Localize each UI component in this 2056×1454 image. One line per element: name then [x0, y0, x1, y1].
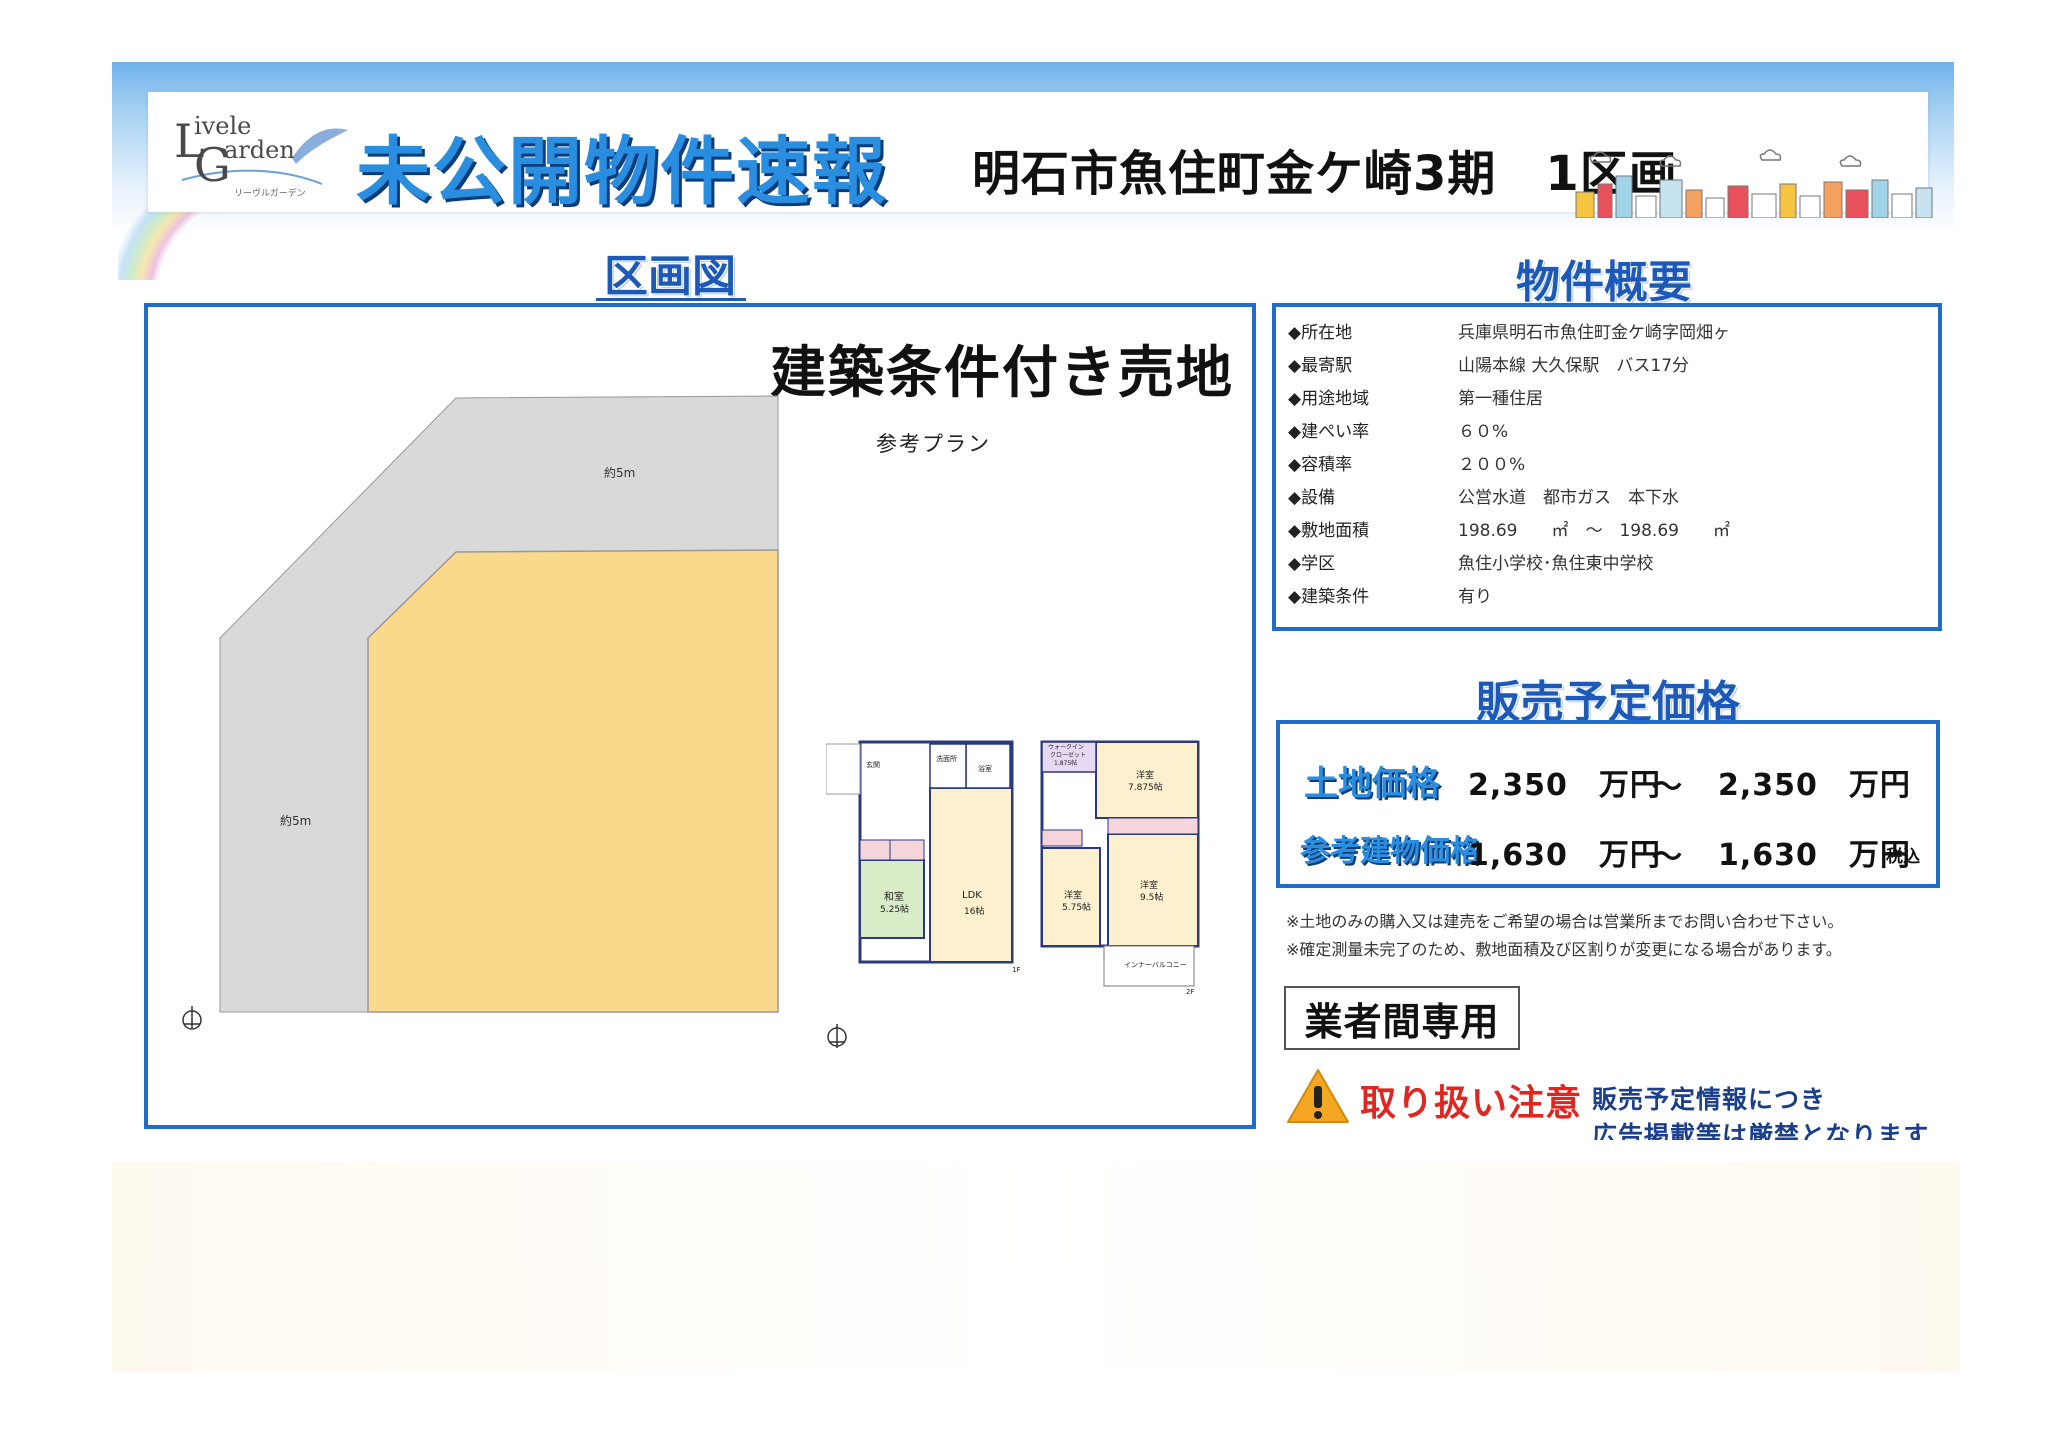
warning-icon	[1287, 1069, 1349, 1123]
building-price-to: 1,630 万円	[1718, 838, 1911, 873]
floorplan-2f	[1040, 740, 1200, 987]
plot-heading-underline	[596, 298, 746, 301]
summary-row-address: ◆所在地 兵庫県明石市魚住町金ケ崎字岡畑ヶ	[1288, 323, 1730, 343]
summary-heading: 物件概要	[1516, 257, 1692, 308]
land-price-sep: ～	[1652, 770, 1683, 805]
plot-title: 建築条件付き売地	[770, 341, 1234, 406]
road-top-label: 約5m	[604, 466, 636, 480]
room-label-entrance: 玄関	[866, 761, 880, 769]
summary-row-coverage: ◆建ぺい率 ６０%	[1288, 422, 1509, 442]
tax-included-note: 税込	[1886, 847, 1920, 867]
lot-area	[367, 549, 779, 1013]
summary-row-facilities: ◆設備 公営水道 都市ガス 本下水	[1288, 488, 1679, 508]
warning-title: 取り扱い注意	[1360, 1083, 1583, 1124]
floor-label-2f: 2F	[1186, 988, 1195, 996]
logo-subtext: リーヴルガーデン	[234, 189, 306, 199]
reference-plan-label: 参考プラン	[876, 432, 991, 456]
room-size-washitsu: 5.25帖	[880, 905, 910, 915]
room-label-bath: 浴室	[978, 765, 992, 773]
headline: 未公開物件速報	[356, 129, 888, 215]
summary-row-school: ◆学区 魚住小学校･魚住東中学校	[1288, 554, 1654, 574]
plot-heading: 区画図	[604, 251, 736, 302]
property-name: 明石市魚住町金ケ崎3期 1区画	[972, 146, 1678, 202]
dealer-only-label: 業者間専用	[1284, 986, 1520, 1050]
room-label-washitsu: 和室	[884, 892, 904, 903]
room-size-youshitsu-3: 9.5帖	[1140, 893, 1164, 903]
compass-icon-plan	[827, 1024, 847, 1048]
land-price-to: 2,350 万円	[1718, 768, 1911, 803]
logo: L ivele G arden リーヴルガーデン	[172, 108, 352, 199]
site-map	[182, 395, 779, 1030]
building-price-label: 参考建物価格	[1300, 834, 1480, 869]
building-price-from: 1,630 万円	[1468, 838, 1661, 873]
floorplan-1f	[826, 740, 1014, 964]
room-size-walkin: 1.875帖	[1054, 760, 1078, 767]
note-line-2: ※確定測量未完了のため、敷地面積及び区割りが変更になる場合があります。	[1286, 940, 1842, 959]
room-size-youshitsu-2: 5.75帖	[1062, 903, 1092, 913]
land-price-label: 土地価格	[1304, 764, 1440, 804]
summary-row-far: ◆容積率 ２００%	[1288, 455, 1526, 475]
room-size-ldk: 16帖	[964, 907, 985, 917]
floor-label-1f: 1F	[1012, 966, 1021, 974]
summary-row-condition: ◆建築条件 有り	[1288, 587, 1492, 607]
summary-row-area: ◆敷地面積 198.69 ㎡ ～ 198.69 ㎡	[1288, 521, 1730, 541]
logo-text-arden: arden	[224, 136, 295, 164]
building-price-sep: ～	[1652, 840, 1683, 875]
room-size-youshitsu-1: 7.875帖	[1128, 783, 1163, 793]
warning-line-1: 販売予定情報につき	[1592, 1085, 1827, 1114]
warning-line-2: 広告掲載等は厳禁となります	[1592, 1121, 1930, 1140]
note-line-1: ※土地のみの購入又は建売をご希望の場合は営業所までお問い合わせ下さい。	[1286, 912, 1844, 931]
room-label-washroom: 洗面所	[936, 755, 957, 763]
footer-area	[112, 1162, 1960, 1372]
land-price-from: 2,350 万円	[1468, 768, 1661, 803]
room-label-ldk: LDK	[962, 890, 982, 901]
summary-row-zoning: ◆用途地域 第一種住居	[1288, 389, 1543, 409]
room-label-balcony: インナーバルコニー	[1124, 961, 1187, 969]
summary-row-station: ◆最寄駅 山陽本線 大久保駅 バス17分	[1288, 356, 1690, 376]
city-skyline-icon	[1575, 149, 1933, 218]
road-left-label: 約5m	[280, 814, 312, 828]
